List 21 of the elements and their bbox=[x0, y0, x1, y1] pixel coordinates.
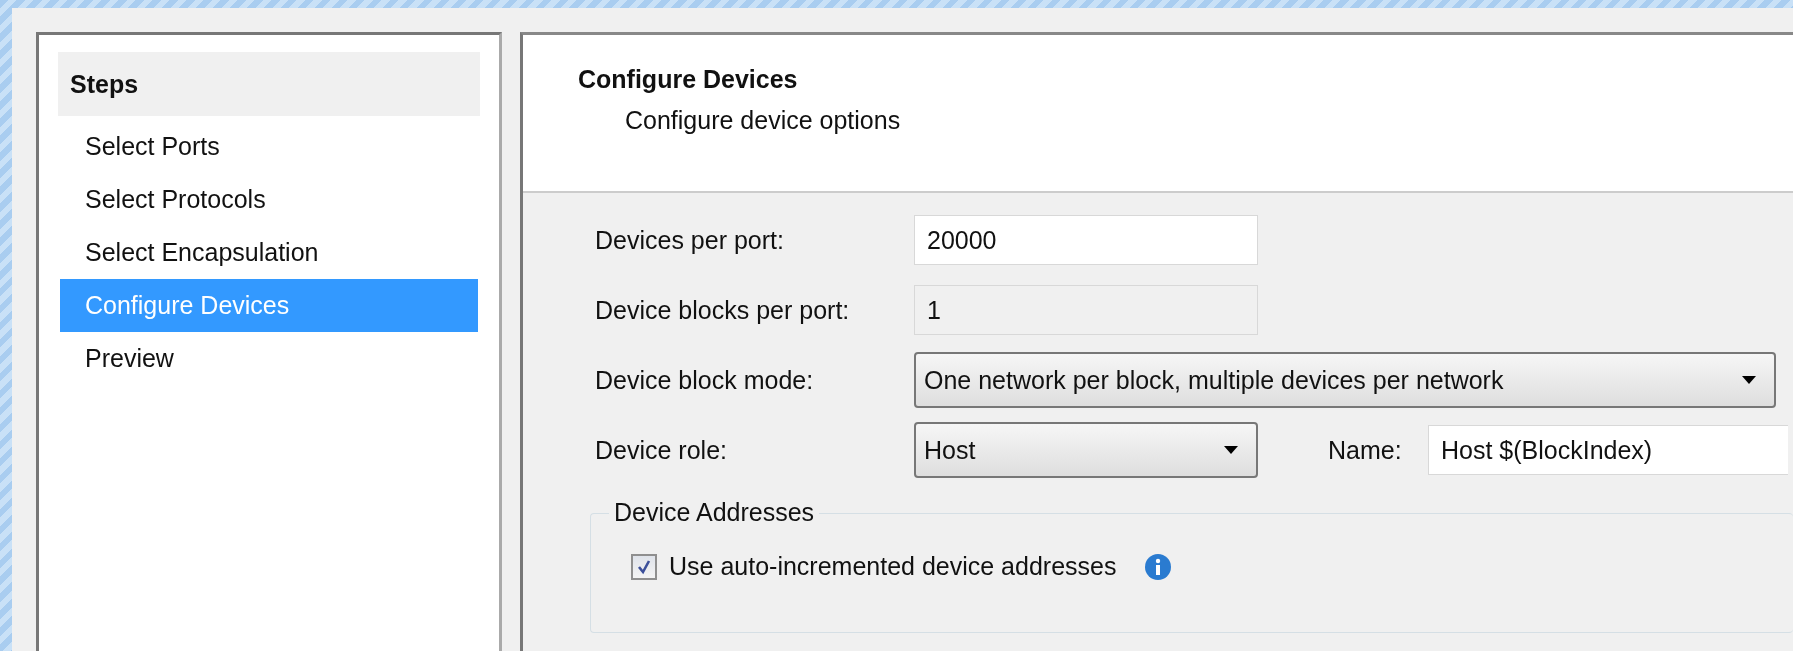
field-label: Device role: bbox=[595, 435, 728, 465]
page-title: Configure Devices bbox=[578, 65, 799, 94]
step-item[interactable]: Select Encapsulation bbox=[60, 226, 478, 279]
dropdown[interactable]: Host bbox=[914, 422, 1258, 478]
step-item[interactable]: Select Protocols bbox=[60, 173, 478, 226]
info-icon bbox=[1144, 552, 1173, 581]
step-item[interactable]: Select Ports bbox=[60, 120, 478, 173]
input-field[interactable]: Host $(BlockIndex) bbox=[1428, 425, 1788, 475]
caret-icon bbox=[1224, 446, 1238, 454]
field-label: Device blocks per port: bbox=[595, 295, 851, 325]
field-label: Devices per port: bbox=[595, 225, 785, 255]
input-field[interactable]: 20000 bbox=[914, 215, 1258, 265]
step-item[interactable]: Preview bbox=[60, 332, 478, 385]
checkbox[interactable] bbox=[631, 553, 657, 580]
caret-icon bbox=[1742, 376, 1756, 384]
dropdown[interactable]: One network per block, multiple devices per network bbox=[914, 352, 1776, 408]
checkbox-label: Use auto-incremented device addresses bbox=[669, 552, 1117, 581]
field-label: Name: bbox=[1328, 435, 1403, 465]
steps-header: Steps bbox=[58, 52, 480, 116]
page-subtitle: Configure device options bbox=[625, 106, 902, 135]
field-label: Device block mode: bbox=[595, 365, 815, 395]
